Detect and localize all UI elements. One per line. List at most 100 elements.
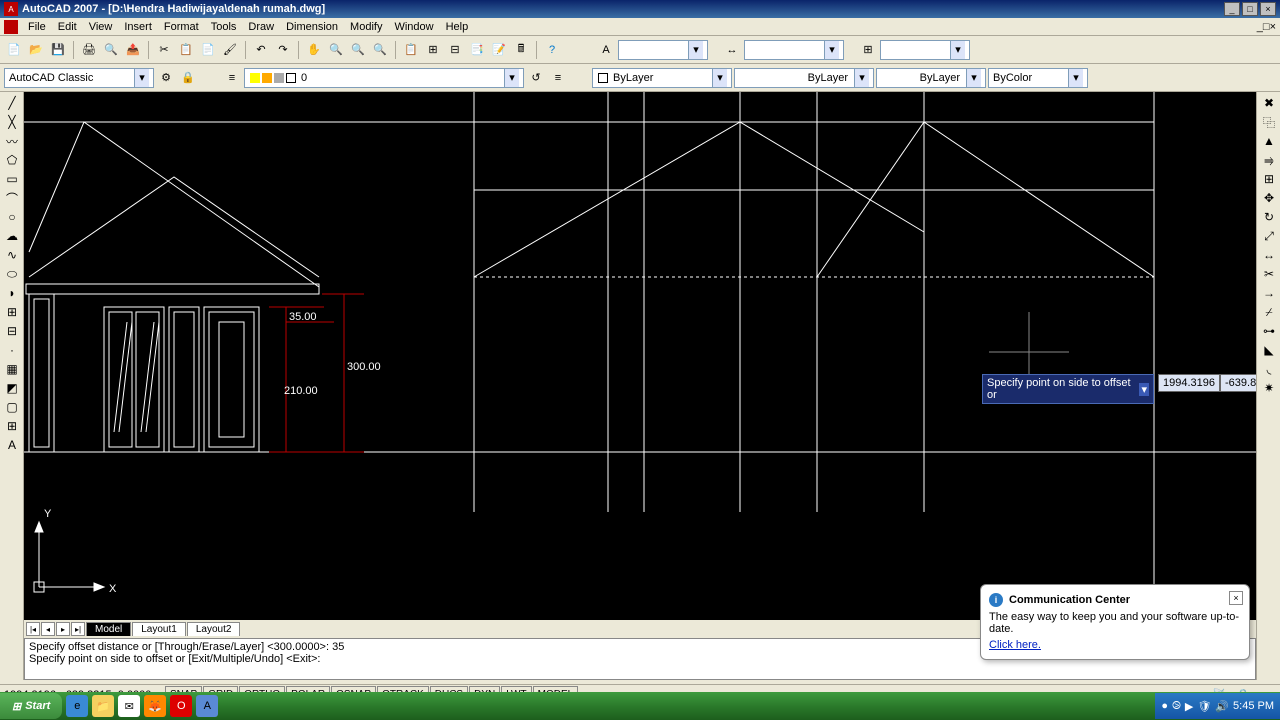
tablestyle-dropdown[interactable]: ▾: [880, 40, 970, 60]
tray-icon-5[interactable]: 🔊: [1215, 700, 1229, 713]
erase-icon[interactable]: ✖: [1259, 94, 1279, 112]
move-icon[interactable]: ✥: [1259, 189, 1279, 207]
tab-next-icon[interactable]: ▸: [56, 622, 70, 636]
table-icon[interactable]: ⊞: [2, 417, 22, 435]
menu-view[interactable]: View: [83, 19, 119, 35]
zoom-prev-icon[interactable]: 🔍: [370, 40, 390, 60]
arc-icon[interactable]: ⌒: [2, 189, 22, 207]
tab-prev-icon[interactable]: ◂: [41, 622, 55, 636]
zoom-win-icon[interactable]: 🔍: [348, 40, 368, 60]
menu-format[interactable]: Format: [158, 19, 205, 35]
explode-icon[interactable]: ✷: [1259, 379, 1279, 397]
taskbar-ie-icon[interactable]: e: [66, 695, 88, 717]
scale-icon[interactable]: ⤢: [1259, 227, 1279, 245]
taskbar-autocad-icon[interactable]: A: [196, 695, 218, 717]
open-icon[interactable]: 📂: [26, 40, 46, 60]
copy-obj-icon[interactable]: ⿻: [1259, 113, 1279, 131]
save-icon[interactable]: 💾: [48, 40, 68, 60]
menu-help[interactable]: Help: [440, 19, 475, 35]
design-center-icon[interactable]: ⊞: [423, 40, 443, 60]
insert-block-icon[interactable]: ⊞: [2, 303, 22, 321]
point-icon[interactable]: ·: [2, 341, 22, 359]
tray-clock[interactable]: 5:45 PM: [1233, 700, 1274, 712]
hatch-icon[interactable]: ▦: [2, 360, 22, 378]
new-icon[interactable]: 📄: [4, 40, 24, 60]
tab-layout2[interactable]: Layout2: [187, 622, 241, 636]
gradient-icon[interactable]: ◩: [2, 379, 22, 397]
taskbar-opera-icon[interactable]: O: [170, 695, 192, 717]
start-button[interactable]: ⊞ Start: [0, 693, 62, 719]
tab-first-icon[interactable]: |◂: [26, 622, 40, 636]
linetype-dropdown[interactable]: ByLayer ▾: [734, 68, 874, 88]
textstyle-dropdown[interactable]: ▾: [618, 40, 708, 60]
menu-insert[interactable]: Insert: [118, 19, 158, 35]
markup-icon[interactable]: 📝: [489, 40, 509, 60]
mtext-icon[interactable]: A: [2, 436, 22, 454]
drawing-canvas[interactable]: 35.00 210.00 300.00 Y X Specif: [24, 92, 1256, 620]
revcloud-icon[interactable]: ☁: [2, 227, 22, 245]
mdi-close-button[interactable]: ×: [1270, 21, 1276, 33]
taskbar-firefox-icon[interactable]: 🦊: [144, 695, 166, 717]
tray-icon-2[interactable]: ⧁: [1172, 700, 1181, 713]
undo-icon[interactable]: ↶: [251, 40, 271, 60]
copy-icon[interactable]: 📋: [176, 40, 196, 60]
layer-dropdown[interactable]: 0 ▾: [244, 68, 524, 88]
maximize-button[interactable]: □: [1242, 2, 1258, 16]
tray-icon-3[interactable]: ▶: [1185, 700, 1193, 713]
rectangle-icon[interactable]: ▭: [2, 170, 22, 188]
layer-manager-icon[interactable]: ≡: [222, 68, 242, 88]
help-icon[interactable]: ?: [542, 40, 562, 60]
dimstyle-icon[interactable]: ↔: [722, 40, 742, 60]
cut-icon[interactable]: ✂: [154, 40, 174, 60]
join-icon[interactable]: ⊶: [1259, 322, 1279, 340]
menu-tools[interactable]: Tools: [205, 19, 243, 35]
workspace-dropdown[interactable]: AutoCAD Classic ▾: [4, 68, 154, 88]
polygon-icon[interactable]: ⬠: [2, 151, 22, 169]
break-icon[interactable]: ⌿: [1259, 303, 1279, 321]
xline-icon[interactable]: ╳: [2, 113, 22, 131]
lineweight-dropdown[interactable]: ByLayer ▾: [876, 68, 986, 88]
pan-icon[interactable]: ✋: [304, 40, 324, 60]
layer-states-icon[interactable]: ≡: [548, 68, 568, 88]
taskbar-explorer-icon[interactable]: 📁: [92, 695, 114, 717]
comm-close-button[interactable]: ×: [1229, 591, 1243, 605]
comm-link[interactable]: Click here.: [989, 639, 1041, 651]
menu-edit[interactable]: Edit: [52, 19, 83, 35]
ellipse-arc-icon[interactable]: ◗: [2, 284, 22, 302]
paste-icon[interactable]: 📄: [198, 40, 218, 60]
menu-dimension[interactable]: Dimension: [280, 19, 344, 35]
make-block-icon[interactable]: ⊟: [2, 322, 22, 340]
textstyle-icon[interactable]: A: [596, 40, 616, 60]
tab-last-icon[interactable]: ▸|: [71, 622, 85, 636]
tray-icon-4[interactable]: 🛡: [1197, 700, 1211, 713]
print-icon[interactable]: 🖨: [79, 40, 99, 60]
taskbar-outlook-icon[interactable]: ✉: [118, 695, 140, 717]
menu-window[interactable]: Window: [388, 19, 439, 35]
trim-icon[interactable]: ✂: [1259, 265, 1279, 283]
zoom-rt-icon[interactable]: 🔍: [326, 40, 346, 60]
stretch-icon[interactable]: ↔: [1259, 246, 1279, 264]
match-icon[interactable]: 🖌: [220, 40, 240, 60]
dimstyle-dropdown[interactable]: ▾: [744, 40, 844, 60]
color-dropdown[interactable]: ByLayer ▾: [592, 68, 732, 88]
mdi-restore-button[interactable]: □: [1263, 21, 1270, 33]
plotstyle-dropdown[interactable]: ByColor ▾: [988, 68, 1088, 88]
menu-modify[interactable]: Modify: [344, 19, 388, 35]
offset-icon[interactable]: ⥤: [1259, 151, 1279, 169]
layer-prev-icon[interactable]: ↺: [526, 68, 546, 88]
menu-draw[interactable]: Draw: [242, 19, 280, 35]
array-icon[interactable]: ⊞: [1259, 170, 1279, 188]
calc-icon[interactable]: 🖩: [511, 40, 531, 60]
minimize-button[interactable]: _: [1224, 2, 1240, 16]
spline-icon[interactable]: ∿: [2, 246, 22, 264]
circle-icon[interactable]: ○: [2, 208, 22, 226]
workspace-settings-icon[interactable]: ⚙: [156, 68, 176, 88]
tab-layout1[interactable]: Layout1: [132, 622, 186, 636]
extend-icon[interactable]: →: [1259, 284, 1279, 302]
preview-icon[interactable]: 🔍: [101, 40, 121, 60]
rotate-icon[interactable]: ↻: [1259, 208, 1279, 226]
ellipse-icon[interactable]: ⬭: [2, 265, 22, 283]
tablestyle-icon[interactable]: ⊞: [858, 40, 878, 60]
tool-palettes-icon[interactable]: ⊟: [445, 40, 465, 60]
publish-icon[interactable]: 📤: [123, 40, 143, 60]
